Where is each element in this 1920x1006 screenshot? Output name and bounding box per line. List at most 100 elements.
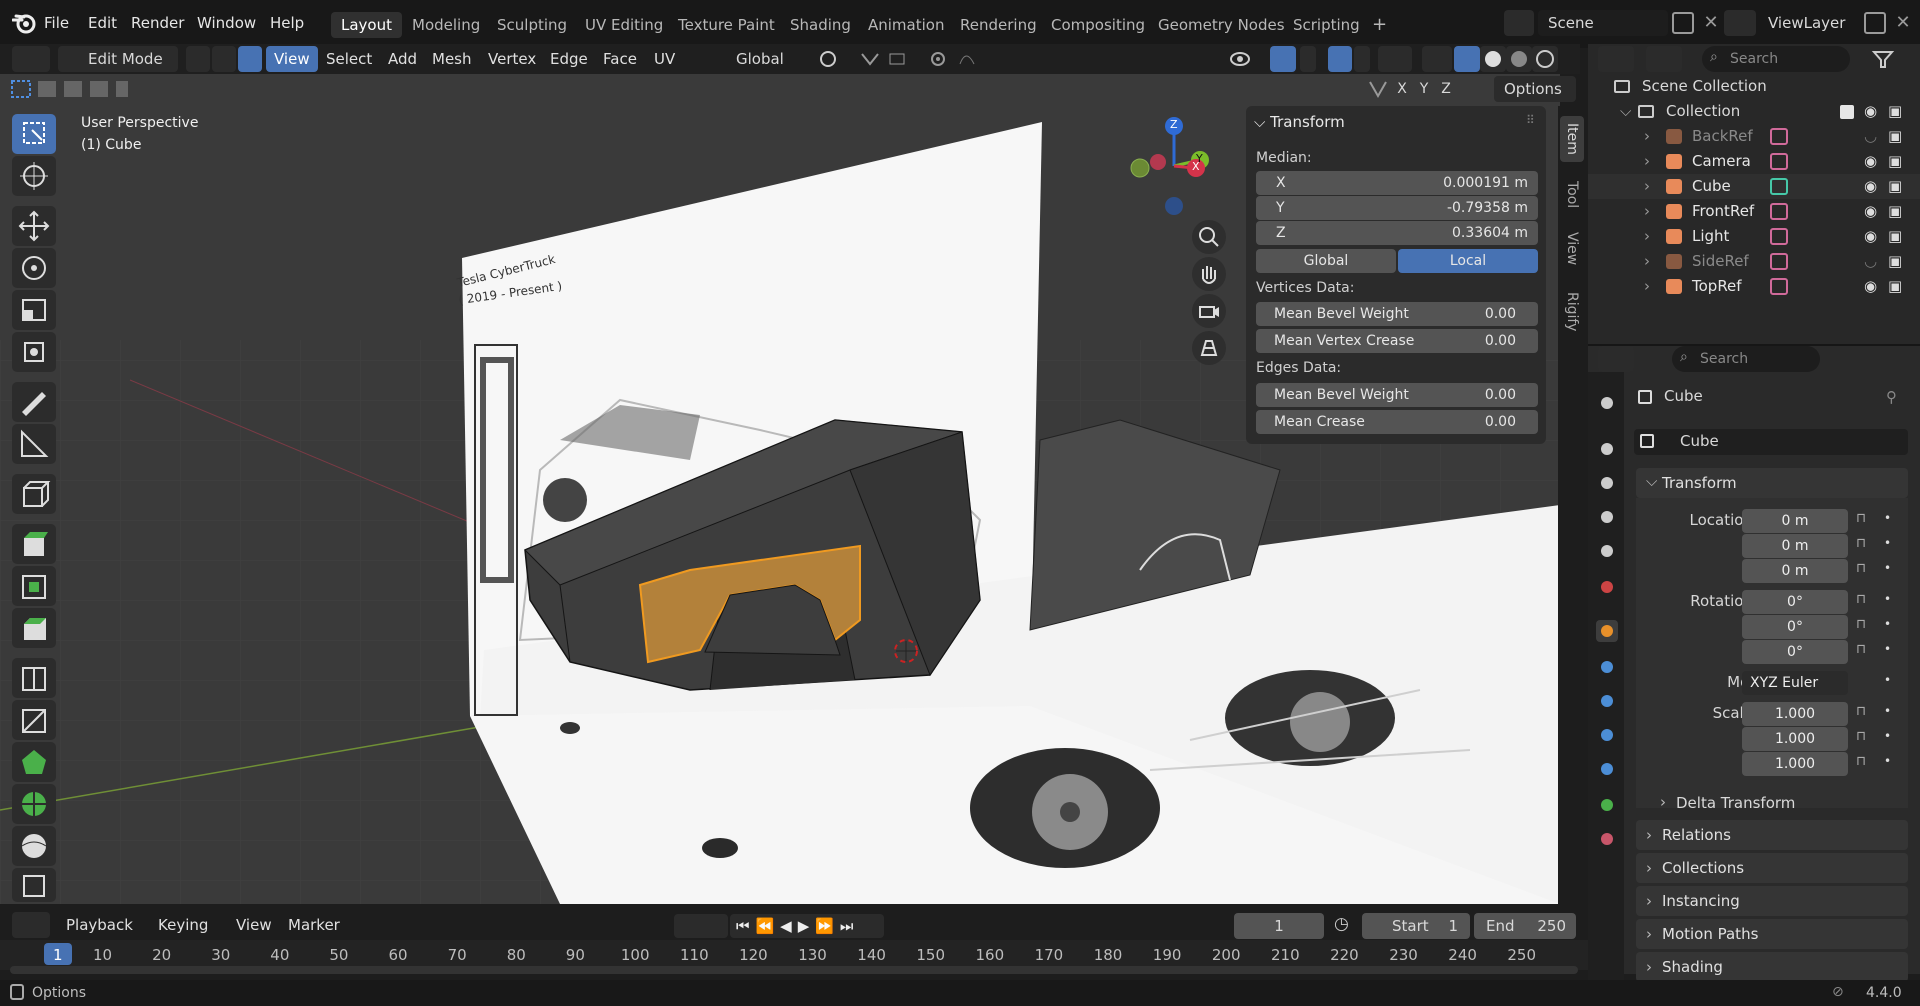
- keyframe-dot-icon[interactable]: •: [1884, 561, 1891, 575]
- eye-icon[interactable]: ◉: [1864, 174, 1877, 199]
- tool-props-icon[interactable]: [1596, 392, 1618, 414]
- mode-dropdown[interactable]: Edit Mode: [58, 46, 178, 72]
- view-layer-field[interactable]: ViewLayer: [1762, 10, 1862, 36]
- median-x-field[interactable]: X 0.000191 m: [1256, 171, 1538, 195]
- eye-icon[interactable]: ◉: [1864, 149, 1877, 174]
- keyframe-dot-icon[interactable]: •: [1884, 729, 1891, 743]
- tab-view[interactable]: View: [1560, 226, 1584, 272]
- lock-icon[interactable]: ⊓: [1856, 536, 1866, 551]
- location-x-field[interactable]: 0 m: [1742, 509, 1848, 533]
- keyframe-dot-icon[interactable]: •: [1884, 511, 1891, 525]
- scene-props-icon[interactable]: [1596, 540, 1618, 562]
- overlay-dropdown-icon[interactable]: [1354, 46, 1370, 72]
- snap-icon[interactable]: [856, 46, 916, 72]
- checkbox-icon[interactable]: [1840, 105, 1854, 119]
- scale-z-field[interactable]: 1.000: [1742, 752, 1848, 776]
- menu-edge[interactable]: Edge: [542, 46, 596, 72]
- menu-marker[interactable]: Marker: [280, 912, 348, 938]
- transform-section-header[interactable]: Transform: [1636, 468, 1908, 498]
- outliner-item-frontref[interactable]: › FrontRef ◉ ▣: [1588, 199, 1920, 224]
- scene-selector-icon[interactable]: [1504, 10, 1534, 36]
- particles-props-icon[interactable]: [1596, 690, 1618, 712]
- outliner-item-light[interactable]: › Light ◉ ▣: [1588, 224, 1920, 249]
- vertex-select-icon[interactable]: [186, 46, 210, 72]
- gizmo-toggle-icon[interactable]: [1270, 46, 1296, 72]
- rotation-mode-dropdown[interactable]: XYZ Euler: [1742, 671, 1848, 695]
- mirror-icon[interactable]: [1366, 78, 1390, 100]
- edge-select-icon[interactable]: [212, 46, 236, 72]
- edge-crease-field[interactable]: Mean Crease 0.00: [1256, 410, 1538, 434]
- loop-cut-tool[interactable]: [12, 658, 56, 698]
- render-props-icon[interactable]: [1596, 438, 1618, 460]
- tab-shading[interactable]: Shading: [780, 12, 861, 38]
- playback-controls[interactable]: ⏮⏪◀▶⏩⏭: [730, 914, 884, 938]
- expand-arrow-icon[interactable]: ›: [1644, 124, 1650, 149]
- view-layer-props-icon[interactable]: [1596, 506, 1618, 528]
- zoom-icon[interactable]: [1192, 220, 1226, 254]
- data-props-icon[interactable]: [1596, 794, 1618, 816]
- rendered-shading-icon[interactable]: [1532, 46, 1558, 72]
- properties-editor-type-icon[interactable]: [1598, 346, 1634, 372]
- eye-icon[interactable]: ◡: [1864, 124, 1877, 149]
- extrude-tool[interactable]: [12, 524, 56, 564]
- orientation-dropdown[interactable]: Global: [708, 46, 802, 72]
- camera-render-icon[interactable]: ▣: [1888, 149, 1902, 174]
- cursor-tool[interactable]: [12, 156, 56, 196]
- pin-icon[interactable]: ⚲: [1886, 388, 1897, 406]
- scene-field[interactable]: Scene: [1538, 10, 1668, 36]
- material-shading-icon[interactable]: [1506, 46, 1532, 72]
- location-z-field[interactable]: 0 m: [1742, 559, 1848, 583]
- start-frame-field[interactable]: Start 1: [1362, 913, 1470, 939]
- expand-arrow-icon[interactable]: ›: [1644, 274, 1650, 299]
- section-instancing[interactable]: › Instancing: [1636, 886, 1908, 916]
- menu-vertex[interactable]: Vertex: [480, 46, 544, 72]
- annotate-tool[interactable]: [12, 382, 56, 422]
- menu-window[interactable]: Window: [197, 14, 256, 32]
- outliner-search-input[interactable]: Search: [1702, 46, 1850, 72]
- knife-tool[interactable]: [12, 700, 56, 740]
- pan-hand-icon[interactable]: [1192, 257, 1226, 291]
- view-layer-selector-icon[interactable]: [1724, 10, 1756, 36]
- eye-icon[interactable]: ◉: [1864, 199, 1877, 224]
- select-mode-icons[interactable]: [10, 78, 130, 100]
- section-relations[interactable]: › Relations: [1636, 820, 1908, 850]
- lock-icon[interactable]: ⊓: [1856, 729, 1866, 744]
- object-props-icon[interactable]: [1596, 620, 1618, 642]
- lock-icon[interactable]: ⊓: [1856, 704, 1866, 719]
- scale-y-field[interactable]: 1.000: [1742, 727, 1848, 751]
- face-select-icon[interactable]: [238, 46, 262, 72]
- move-tool[interactable]: [12, 206, 56, 246]
- add-workspace-button[interactable]: +: [1362, 12, 1397, 38]
- xray-icon[interactable]: [1422, 46, 1452, 72]
- menu-playback[interactable]: Playback: [58, 912, 141, 938]
- menu-help[interactable]: Help: [270, 14, 304, 32]
- data-icon[interactable]: [1770, 228, 1788, 245]
- rotation-x-field[interactable]: 0°: [1742, 590, 1848, 614]
- new-scene-icon[interactable]: [1672, 12, 1694, 34]
- lock-icon[interactable]: ⊓: [1856, 642, 1866, 657]
- expand-arrow-icon[interactable]: ›: [1644, 199, 1650, 224]
- rotation-z-field[interactable]: 0°: [1742, 640, 1848, 664]
- timeline-scrollbar[interactable]: [10, 966, 1578, 974]
- constraints-props-icon[interactable]: [1596, 758, 1618, 780]
- camera-render-icon[interactable]: ▣: [1888, 174, 1902, 199]
- menu-file[interactable]: File: [44, 14, 69, 32]
- rotate-tool[interactable]: [12, 248, 56, 288]
- poly-build-tool[interactable]: [12, 742, 56, 782]
- expand-arrow-icon[interactable]: ›: [1644, 224, 1650, 249]
- solid-shading-icon[interactable]: [1480, 46, 1506, 72]
- menu-keying[interactable]: Keying: [150, 912, 216, 938]
- object-datablock-field[interactable]: Cube: [1634, 429, 1908, 455]
- inset-tool[interactable]: [12, 566, 56, 606]
- bevel-tool[interactable]: [12, 608, 56, 648]
- outliner-item-sideref[interactable]: › SideRef ◡ ▣: [1588, 249, 1920, 274]
- tab-uv-editing[interactable]: UV Editing: [575, 12, 673, 38]
- local-toggle[interactable]: Local: [1398, 249, 1538, 273]
- tab-compositing[interactable]: Compositing: [1041, 12, 1155, 38]
- outliner-item-cube[interactable]: › Cube ◉ ▣: [1588, 174, 1920, 199]
- section-motion-paths[interactable]: › Motion Paths: [1636, 919, 1908, 949]
- world-props-icon[interactable]: [1596, 576, 1618, 598]
- keyframe-dot-icon[interactable]: •: [1884, 673, 1891, 687]
- vertex-bevel-weight-field[interactable]: Mean Bevel Weight 0.00: [1256, 302, 1538, 326]
- drag-handle-icon[interactable]: ⠿: [1526, 113, 1535, 127]
